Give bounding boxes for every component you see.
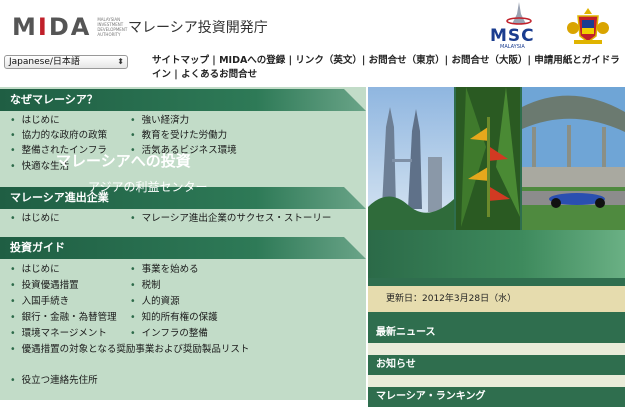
menu-item[interactable]: • 税制 (130, 280, 161, 292)
menu-item[interactable]: • 役立つ連絡先住所 (10, 375, 98, 387)
menu-item[interactable]: • 事業を始める (130, 264, 199, 276)
menu-item[interactable]: • 強い経済力 (130, 115, 189, 127)
banner-title: マレーシアへの投資 (56, 152, 191, 170)
left-menu-panel: なぜマレーシア？ • はじめに • 協力的な政府の政策 • 整備されたインフラ • 快適… (0, 87, 366, 400)
malaysia-ranking-header[interactable]: マレーシア・ランキング (368, 387, 625, 407)
menu-item[interactable]: • はじめに (10, 264, 60, 276)
menu-item[interactable]: • 協力的な政府の政策 (10, 130, 107, 142)
menu-item[interactable]: • 優遇措置の対象となる奨励事業および奨励製品リスト (10, 344, 249, 356)
heliconia-flower-photo (456, 87, 520, 230)
msc-malaysia-logo[interactable]: MSC MALAYSIA (488, 2, 550, 52)
corner-tip (344, 237, 366, 259)
latest-news-header[interactable]: 最新ニュース (368, 323, 625, 343)
notices-header[interactable]: お知らせ (368, 355, 625, 375)
menu-item[interactable]: • インフラの整備 (130, 328, 208, 340)
menu-item[interactable]: • 入国手続き (10, 296, 69, 308)
section-header-why-malaysia[interactable]: なぜマレーシア？ (0, 89, 366, 111)
menu-item[interactable]: • マレーシア進出企業のサクセス・ストーリー (130, 213, 331, 225)
banner-subtitle: アジアの利益センター (88, 180, 208, 194)
msc-tower-icon (506, 2, 532, 25)
divider (368, 343, 625, 355)
language-selected: Japanese/日本語 (9, 57, 80, 67)
menu-item[interactable]: • 教育を受けた労働力 (130, 130, 227, 142)
corner-tip (344, 187, 366, 209)
menu-item[interactable]: • 知的所有権の保護 (130, 312, 218, 324)
language-select[interactable]: Japanese/日本語 ⬍ (4, 55, 128, 69)
section-title: なぜマレーシア？ (10, 93, 98, 106)
menu-item[interactable]: • 人的資源 (130, 296, 180, 308)
top-links[interactable]: サイトマップ | MIDAへの登録 | リンク（英文）| お問合せ（東京）| お… (152, 54, 622, 82)
update-date: 更新日：2012年3月28日（水） (368, 286, 625, 312)
site-title: マレーシア投資開発庁 (128, 20, 268, 36)
mida-logo[interactable]: MIDA MALAYSIAN INVESTMENT DEVELOPMENT AU… (12, 12, 143, 42)
section-title: 投資ガイド (10, 241, 65, 254)
investment-banner[interactable] (368, 230, 625, 278)
section-header-investment-guide[interactable]: 投資ガイド (0, 237, 366, 259)
select-arrows-icon: ⬍ (117, 57, 124, 66)
menu-item[interactable]: • 銀行・金融・為替管理 (10, 312, 117, 324)
malaysia-coat-of-arms-icon (567, 8, 609, 44)
menu-item[interactable]: • はじめに (10, 115, 60, 127)
corner-tip (344, 89, 366, 111)
race-circuit-photo (522, 87, 625, 230)
msc-text: MSC (490, 26, 535, 46)
petronas-towers-photo (368, 87, 454, 230)
menu-item[interactable]: • 投資優遇措置 (10, 280, 79, 292)
logo-word: MIDA (12, 13, 92, 41)
header: MIDA MALAYSIAN INVESTMENT DEVELOPMENT AU… (0, 0, 625, 52)
menu-item[interactable]: • 環境マネージメント (10, 328, 107, 340)
msc-subtext: MALAYSIA (500, 44, 525, 50)
divider (368, 375, 625, 387)
menu-item[interactable]: • はじめに (10, 213, 60, 225)
